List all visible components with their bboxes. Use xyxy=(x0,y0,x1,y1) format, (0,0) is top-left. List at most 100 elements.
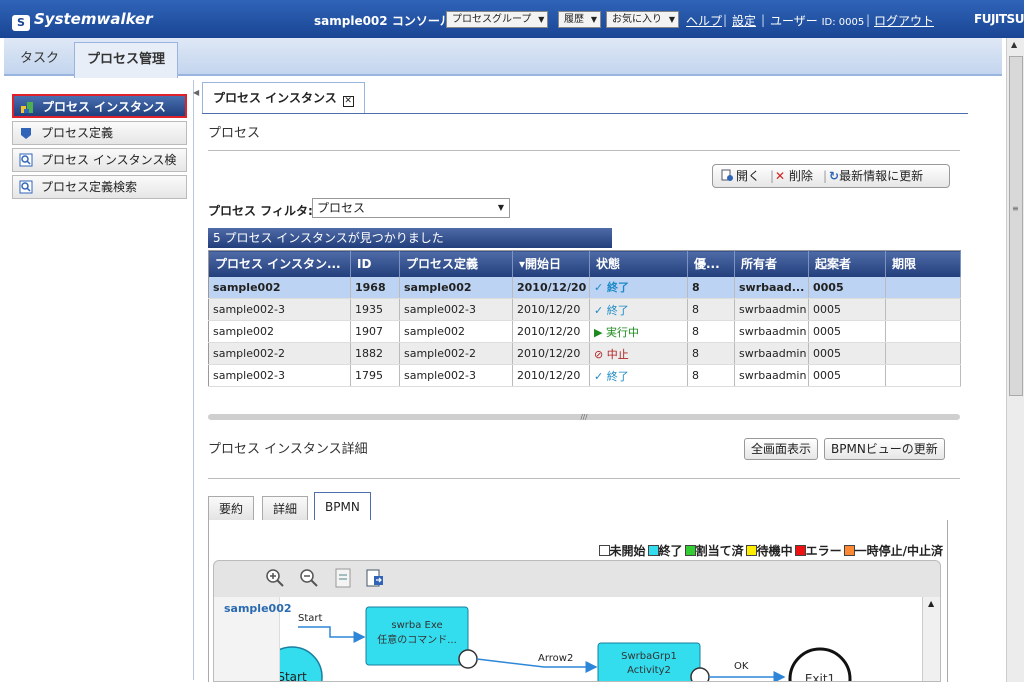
process-filter-select[interactable]: プロセス ▼ xyxy=(312,198,510,218)
check-icon: ✓ xyxy=(594,303,607,317)
column-header-instance[interactable]: プロセス インスタン... xyxy=(208,250,351,277)
legend-label: 割当て済 xyxy=(695,544,744,558)
priority-cell: 8 xyxy=(687,276,735,299)
status-text: 中止 xyxy=(606,347,629,361)
column-header-owner[interactable]: 所有者 xyxy=(734,250,809,277)
open-icon xyxy=(721,169,733,181)
history-menu[interactable]: 履歴 ▼ xyxy=(558,11,601,28)
status-text: 実行中 xyxy=(605,325,639,339)
task2-subtitle: Activity2 xyxy=(627,665,671,676)
header-separator: | xyxy=(866,13,871,27)
task2-boundary-event[interactable] xyxy=(690,667,710,682)
delete-button-label: 削除 xyxy=(788,169,813,183)
favorites-menu[interactable]: お気に入り ▼ xyxy=(606,11,679,28)
user-label: ユーザー xyxy=(770,14,818,28)
flow-start-label: Start xyxy=(298,613,323,624)
settings-link[interactable]: 設定 xyxy=(732,12,756,29)
column-header-creator[interactable]: 起案者 xyxy=(808,250,886,277)
tab-summary[interactable]: 要約 xyxy=(208,496,255,520)
sidebar-item-definition-search[interactable]: プロセス定義検索 xyxy=(12,175,187,199)
task1-subtitle: 任意のコマンド... xyxy=(377,633,457,646)
page-scrollbar[interactable]: ▲ ≡ xyxy=(1006,38,1024,682)
table-row[interactable]: sample002-3 1795 sample002-3 2010/12/20 ✓ 終了… xyxy=(208,364,961,387)
legend-swatch xyxy=(684,545,696,556)
scrollbar-thumb[interactable] xyxy=(1009,56,1023,396)
tab-details[interactable]: 詳細 xyxy=(262,496,309,520)
tab-underline xyxy=(202,113,968,114)
id-cell: 1968 xyxy=(350,276,400,299)
fullscreen-button[interactable]: 全画面表示 xyxy=(744,438,819,460)
column-header-start-date[interactable]: ▾開始日 xyxy=(512,250,590,277)
status-cell: ▶ 実行中 xyxy=(589,320,688,343)
start-date-cell: 2010/12/20 xyxy=(512,298,590,321)
owner-cell: swrbaadmin xyxy=(734,298,809,321)
zoom-in-icon[interactable] xyxy=(264,567,286,589)
definition-cell: sample002-3 xyxy=(399,298,513,321)
stop-icon: ⊘ xyxy=(594,347,607,361)
definition-cell: sample002 xyxy=(399,320,513,343)
instance-name-cell: sample002 xyxy=(208,276,351,299)
logout-link[interactable]: ログアウト xyxy=(874,12,934,29)
tab-process-instance[interactable]: プロセス インスタンス ✕ xyxy=(202,82,365,114)
column-header-status[interactable]: 状態 xyxy=(589,250,688,277)
bpmn-refresh-button[interactable]: BPMNビューの更新 xyxy=(824,438,945,460)
tab-task[interactable]: タスク xyxy=(8,42,71,76)
delete-button[interactable]: ✕ 削除 xyxy=(775,165,813,187)
tab-bpmn[interactable]: BPMN xyxy=(314,492,371,521)
export-icon[interactable] xyxy=(364,567,386,589)
status-cell: ⊘ 中止 xyxy=(589,342,688,365)
start-date-cell: 2010/12/20 xyxy=(512,276,590,299)
status-cell: ✓ 終了 xyxy=(589,276,688,299)
section-title: プロセス xyxy=(208,126,261,141)
task1-boundary-event[interactable] xyxy=(458,649,478,669)
result-count-bar: 5 プロセス インスタンスが見つかりました xyxy=(208,228,612,248)
fujitsu-logo: FUJITSU xyxy=(974,12,1024,26)
creator-cell: 0005 xyxy=(808,298,886,321)
canvas-scrollbar[interactable]: ▲ xyxy=(922,597,940,681)
process-instance-table: プロセス インスタン... ID プロセス定義 ▾開始日 状態 優... 所有者… xyxy=(208,250,961,387)
close-icon[interactable]: ✕ xyxy=(342,96,354,107)
legend-label: 終了 xyxy=(658,544,683,558)
column-header-due[interactable]: 期限 xyxy=(885,250,961,277)
sidebar-item-instance-search[interactable]: プロセス インスタンス検索 xyxy=(12,148,187,189)
zoom-out-icon[interactable] xyxy=(298,567,320,589)
scroll-up-icon[interactable]: ▲ xyxy=(1011,40,1017,49)
legend-swatch xyxy=(647,545,659,556)
task-swrbagrp1-activity2[interactable] xyxy=(597,642,701,682)
status-text: 終了 xyxy=(607,281,630,295)
table-row[interactable]: sample002 1968 sample002 2010/12/20 ✓ 終了 8 swr… xyxy=(208,276,961,299)
bpmn-canvas[interactable]: Start Start swrba Exe 任意のコマンド... Arrow2 … xyxy=(214,597,940,682)
sidebar-item-process-instance[interactable]: プロセス インスタンス xyxy=(12,94,187,118)
fit-page-icon[interactable] xyxy=(332,567,354,589)
tab-process-management[interactable]: プロセス管理 xyxy=(74,42,179,78)
sidebar-item-process-definition[interactable]: プロセス定義 xyxy=(12,121,187,145)
refresh-button[interactable]: ↻最新情報に更新 xyxy=(829,165,923,187)
process-group-menu[interactable]: プロセスグループ ▼ xyxy=(446,11,549,28)
instance-name-cell: sample002-3 xyxy=(208,298,351,321)
flow-arrow2-label: Arrow2 xyxy=(538,653,573,664)
chevron-down-icon: ▼ xyxy=(590,15,597,24)
column-header-priority[interactable]: 優... xyxy=(687,250,735,277)
priority-cell: 8 xyxy=(687,364,735,387)
bpmn-canvas-frame: Start Start swrba Exe 任意のコマンド... Arrow2 … xyxy=(213,560,941,682)
scroll-up-icon[interactable]: ▲ xyxy=(928,599,934,608)
legend-label: 一時停止/中止済 xyxy=(854,544,943,558)
open-button[interactable]: 開く xyxy=(721,165,760,187)
column-header-id[interactable]: ID xyxy=(350,250,400,277)
due-cell xyxy=(885,276,961,299)
main-content: プロセス インスタンス ✕ プロセス 開く | ✕ 削除 | ↻最新情報に更新 プ… xyxy=(198,80,974,682)
flow-start[interactable] xyxy=(298,626,366,643)
priority-cell: 8 xyxy=(687,342,735,365)
status-cell: ✓ 終了 xyxy=(589,364,688,387)
flow-arrow2[interactable] xyxy=(476,658,598,673)
creator-cell: 0005 xyxy=(808,276,886,299)
task2-title: SwrbaGrp1 xyxy=(621,651,677,662)
column-header-definition[interactable]: プロセス定義 xyxy=(399,250,513,277)
table-row[interactable]: sample002-3 1935 sample002-3 2010/12/20 ✓ 終了… xyxy=(208,298,961,321)
table-row[interactable]: sample002 1907 sample002 2010/12/20 ▶ 実行中 8 sw… xyxy=(208,320,961,343)
table-row[interactable]: sample002-2 1882 sample002-2 2010/12/20 ⊘ 中止… xyxy=(208,342,961,365)
help-link[interactable]: ヘルプ xyxy=(686,12,722,29)
legend-swatch xyxy=(843,545,855,556)
filter-value: プロセス xyxy=(317,201,366,215)
horizontal-splitter[interactable]: /// xyxy=(208,414,960,421)
